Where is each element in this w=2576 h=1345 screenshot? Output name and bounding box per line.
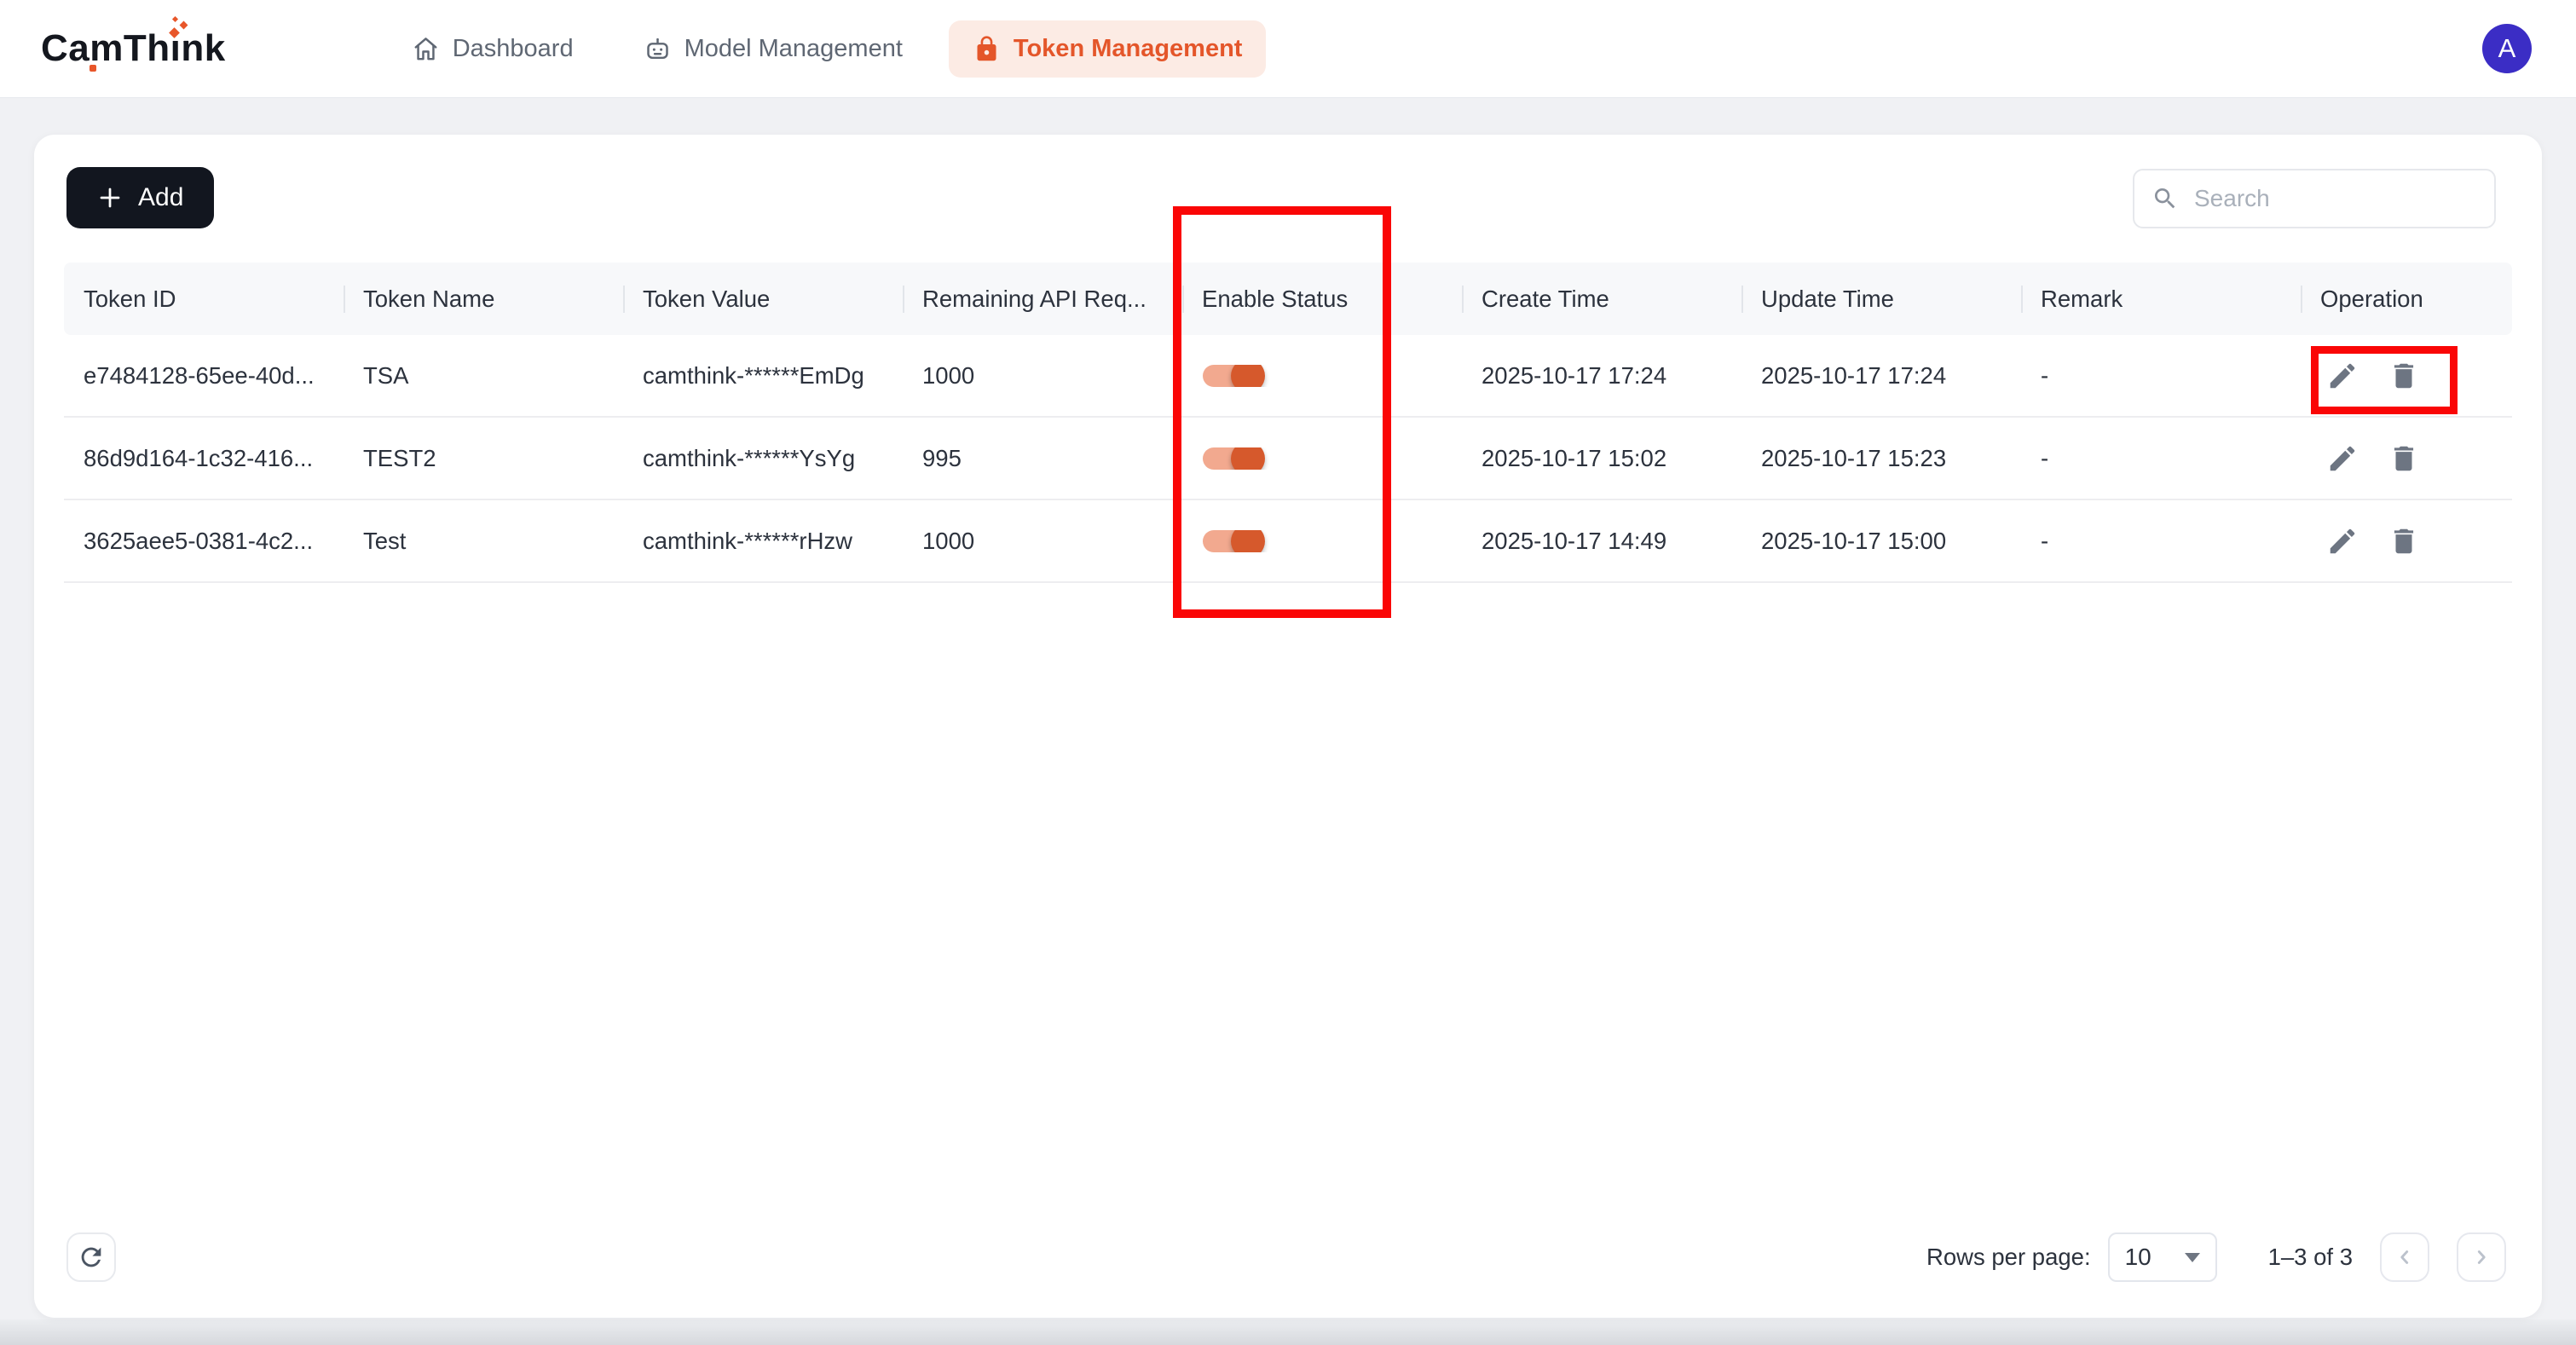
- chevron-down-icon: [2185, 1253, 2200, 1262]
- logo-spark-icon: [167, 19, 193, 39]
- cell-update-time: 2025-10-17 15:00: [1741, 528, 2021, 555]
- table-row: e7484128-65ee-40d... TSA camthink-******…: [64, 335, 2512, 418]
- toggle-thumb: [1231, 530, 1265, 552]
- logo-accent-dot: [90, 65, 96, 72]
- edit-button[interactable]: [2326, 442, 2359, 475]
- main-nav: Dashboard Model Management Token Managem…: [388, 20, 1267, 78]
- enable-status-toggle[interactable]: [1203, 447, 1252, 470]
- cell-update-time: 2025-10-17 17:24: [1741, 362, 2021, 390]
- home-icon: [412, 35, 440, 63]
- cell-operation: [2301, 442, 2512, 475]
- cell-operation: [2301, 525, 2512, 557]
- col-header-remaining: Remaining API Req...: [903, 286, 1182, 313]
- toggle-thumb: [1231, 447, 1265, 470]
- brand-logo: CamThink: [41, 27, 226, 70]
- search-input[interactable]: [2194, 185, 2477, 212]
- cell-create-time: 2025-10-17 14:49: [1462, 528, 1741, 555]
- robot-icon: [644, 35, 672, 63]
- cell-create-time: 2025-10-17 15:02: [1462, 445, 1741, 472]
- cell-enable-status: [1182, 365, 1462, 387]
- refresh-icon: [77, 1243, 106, 1272]
- trash-icon: [2388, 442, 2420, 475]
- table-row: 86d9d164-1c32-416... TEST2 camthink-****…: [64, 418, 2512, 500]
- cell-token-id: e7484128-65ee-40d...: [64, 362, 344, 390]
- nav-label: Dashboard: [453, 35, 574, 63]
- col-header-token-value: Token Value: [623, 286, 903, 313]
- cell-create-time: 2025-10-17 17:24: [1462, 362, 1741, 390]
- nav-item-token-management[interactable]: Token Management: [949, 20, 1267, 78]
- next-page-button[interactable]: [2457, 1232, 2506, 1282]
- pencil-icon: [2326, 525, 2359, 557]
- previous-page-button[interactable]: [2380, 1232, 2429, 1282]
- col-header-operation: Operation: [2301, 286, 2512, 313]
- cell-remark: -: [2021, 445, 2301, 472]
- top-bar: CamThink Dashboard Model Management: [0, 0, 2576, 98]
- toggle-thumb: [1231, 365, 1265, 387]
- col-header-token-id: Token ID: [64, 286, 344, 313]
- col-header-enable-status: Enable Status: [1182, 286, 1462, 313]
- cell-remark: -: [2021, 528, 2301, 555]
- cell-enable-status: [1182, 447, 1462, 470]
- enable-status-toggle[interactable]: [1203, 365, 1252, 387]
- delete-button[interactable]: [2388, 442, 2420, 475]
- chevron-left-icon: [2394, 1246, 2416, 1268]
- brand-logo-text: CamThink: [41, 27, 226, 69]
- trash-icon: [2388, 525, 2420, 557]
- cell-update-time: 2025-10-17 15:23: [1741, 445, 2021, 472]
- cell-token-value: camthink-******rHzw: [623, 528, 903, 555]
- page-range-label: 1–3 of 3: [2268, 1244, 2353, 1271]
- nav-item-model-management[interactable]: Model Management: [620, 20, 927, 78]
- nav-item-dashboard[interactable]: Dashboard: [388, 20, 598, 78]
- token-table: Token ID Token Name Token Value Remainin…: [64, 263, 2512, 583]
- cell-remaining: 995: [903, 445, 1182, 472]
- avatar-letter: A: [2498, 33, 2516, 64]
- add-button-label: Add: [138, 183, 183, 212]
- rows-per-page-value: 10: [2125, 1244, 2151, 1271]
- content-card: Add Token ID Token Name Token Value Rema…: [34, 135, 2542, 1318]
- cell-token-name: TSA: [344, 362, 623, 390]
- enable-status-toggle[interactable]: [1203, 530, 1252, 552]
- table-header-row: Token ID Token Name Token Value Remainin…: [64, 263, 2512, 335]
- col-header-remark: Remark: [2021, 286, 2301, 313]
- rows-per-page-label: Rows per page:: [1926, 1244, 2091, 1271]
- cell-token-name: TEST2: [344, 445, 623, 472]
- delete-button[interactable]: [2388, 525, 2420, 557]
- trash-icon: [2388, 360, 2420, 392]
- nav-label: Model Management: [684, 35, 903, 63]
- edit-button[interactable]: [2326, 360, 2359, 392]
- cell-token-name: Test: [344, 528, 623, 555]
- add-button[interactable]: Add: [66, 167, 214, 228]
- cell-enable-status: [1182, 530, 1462, 552]
- pencil-icon: [2326, 442, 2359, 475]
- cell-operation: [2301, 360, 2512, 392]
- lock-icon: [973, 35, 1001, 63]
- cell-token-value: camthink-******EmDg: [623, 362, 903, 390]
- plus-icon: [97, 185, 123, 211]
- col-header-update-time: Update Time: [1741, 286, 2021, 313]
- nav-label: Token Management: [1014, 35, 1243, 63]
- search-icon: [2151, 185, 2179, 212]
- cell-token-id: 86d9d164-1c32-416...: [64, 445, 344, 472]
- cell-token-id: 3625aee5-0381-4c2...: [64, 528, 344, 555]
- col-header-token-name: Token Name: [344, 286, 623, 313]
- delete-button[interactable]: [2388, 360, 2420, 392]
- col-header-create-time: Create Time: [1462, 286, 1741, 313]
- bottom-band: [0, 1319, 2576, 1345]
- edit-button[interactable]: [2326, 525, 2359, 557]
- cell-remark: -: [2021, 362, 2301, 390]
- pencil-icon: [2326, 360, 2359, 392]
- rows-per-page-select[interactable]: 10: [2108, 1232, 2217, 1282]
- cell-remaining: 1000: [903, 528, 1182, 555]
- user-avatar[interactable]: A: [2482, 24, 2532, 73]
- table-body: e7484128-65ee-40d... TSA camthink-******…: [64, 335, 2512, 583]
- refresh-button[interactable]: [66, 1232, 116, 1282]
- table-row: 3625aee5-0381-4c2... Test camthink-*****…: [64, 500, 2512, 583]
- cell-remaining: 1000: [903, 362, 1182, 390]
- cell-token-value: camthink-******YsYg: [623, 445, 903, 472]
- pagination: Rows per page: 10 1–3 of 3: [1926, 1232, 2506, 1282]
- chevron-right-icon: [2470, 1246, 2492, 1268]
- search-box: [2133, 169, 2496, 228]
